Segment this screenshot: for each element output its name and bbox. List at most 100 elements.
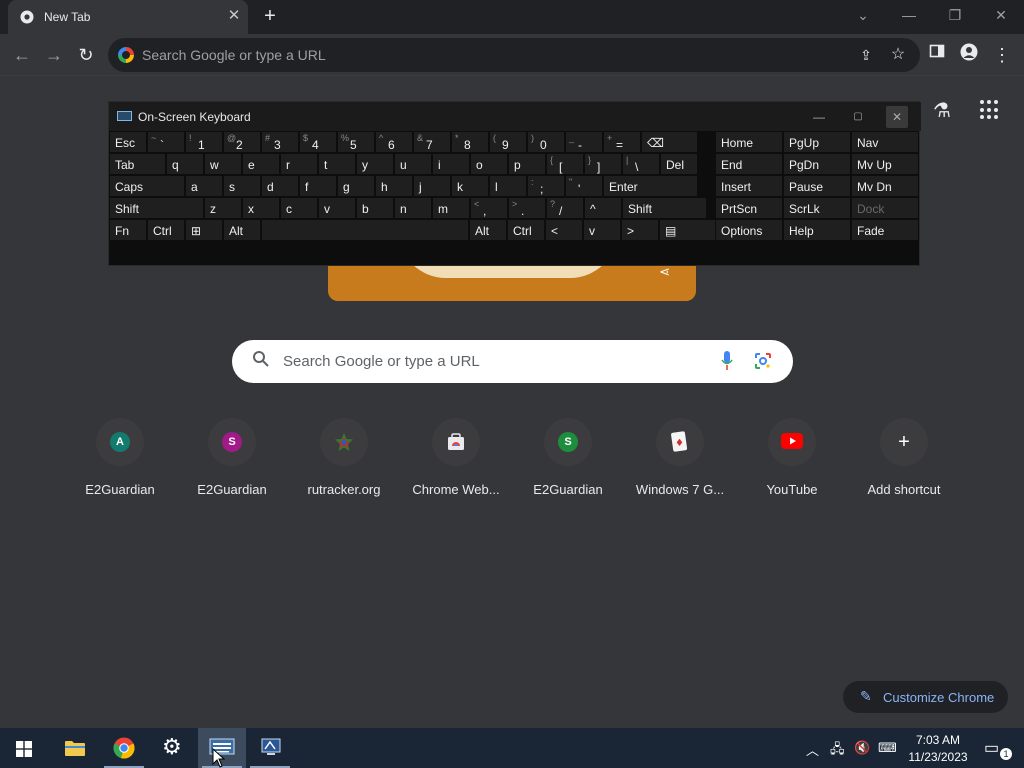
osk-key-7[interactable]: & 7: [413, 131, 451, 153]
osk-key-o[interactable]: o: [470, 153, 508, 175]
taskbar-remote-app[interactable]: [246, 728, 294, 768]
show-hidden-icons-chevron-icon[interactable]: ︿: [806, 740, 819, 759]
osk-key-b[interactable]: b: [356, 197, 394, 219]
osk-key-nav[interactable]: Nav: [851, 131, 919, 153]
shortcut-tile[interactable]: rutracker.org: [288, 414, 400, 510]
osk-key-ctrl[interactable]: Ctrl: [147, 219, 185, 241]
forward-button[interactable]: →: [42, 43, 66, 67]
osk-key-symbol[interactable]: ^: [584, 197, 622, 219]
touch-keyboard-icon[interactable]: ⌨: [878, 740, 897, 756]
osk-key-z[interactable]: z: [204, 197, 242, 219]
shortcut-tile[interactable]: S E2Guardian: [512, 414, 624, 510]
osk-key-symbol[interactable]: >: [621, 219, 659, 241]
shortcut-tile[interactable]: A E2Guardian: [64, 414, 176, 510]
google-lens-icon[interactable]: [754, 352, 772, 370]
osk-key-g[interactable]: g: [337, 175, 375, 197]
osk-key-y[interactable]: y: [356, 153, 394, 175]
osk-key-symbol[interactable]: ▤: [659, 219, 716, 241]
reload-button[interactable]: ↻: [74, 43, 98, 67]
network-icon[interactable]: 🖧: [830, 740, 845, 762]
close-window-button[interactable]: ✕: [989, 4, 1013, 26]
shortcut-tile[interactable]: S E2Guardian: [176, 414, 288, 510]
osk-key-symbol[interactable]: ? /: [546, 197, 584, 219]
osk-key-pgup[interactable]: PgUp: [783, 131, 851, 153]
minimize-button[interactable]: —: [897, 4, 921, 26]
add-shortcut-tile[interactable]: + Add shortcut: [848, 414, 960, 510]
osk-key-5[interactable]: % 5: [337, 131, 375, 153]
tab-close-icon[interactable]: ✕: [225, 7, 243, 25]
osk-key-n[interactable]: n: [394, 197, 432, 219]
customize-chrome-button[interactable]: ✎ Customize Chrome: [843, 681, 1008, 713]
osk-key-symbol[interactable]: ~ `: [147, 131, 185, 153]
osk-maximize-button[interactable]: ▢: [847, 106, 869, 128]
osk-key-h[interactable]: h: [375, 175, 413, 197]
osk-key-symbol[interactable]: }]: [584, 153, 622, 175]
shortcut-tile[interactable]: Chrome Web...: [400, 414, 512, 510]
google-apps-icon[interactable]: [980, 100, 1000, 120]
osk-key-m[interactable]: m: [432, 197, 470, 219]
osk-key-dock[interactable]: Dock: [851, 197, 919, 219]
osk-key-f[interactable]: f: [299, 175, 337, 197]
voice-search-mic-icon[interactable]: [721, 351, 733, 371]
osk-key-insert[interactable]: Insert: [715, 175, 783, 197]
osk-key-3[interactable]: #3: [261, 131, 299, 153]
clock-time[interactable]: 7:03 AM: [906, 733, 970, 747]
osk-key-tab[interactable]: Tab: [109, 153, 166, 175]
osk-key-u[interactable]: u: [394, 153, 432, 175]
osk-key-v[interactable]: v: [583, 219, 621, 241]
osk-key-i[interactable]: i: [432, 153, 470, 175]
osk-titlebar[interactable]: On-Screen Keyboard — ▢ ✕: [109, 102, 921, 131]
shortcut-tile[interactable]: YouTube: [736, 414, 848, 510]
osk-key-l[interactable]: l: [489, 175, 527, 197]
osk-key-prtscn[interactable]: PrtScn: [715, 197, 783, 219]
osk-key-8[interactable]: * 8: [451, 131, 489, 153]
volume-muted-icon[interactable]: 🔇: [854, 740, 870, 756]
osk-key-symbol[interactable]: ⌫: [641, 131, 698, 153]
restore-button[interactable]: ❐: [943, 4, 967, 26]
osk-key-ctrl[interactable]: Ctrl: [507, 219, 545, 241]
ntp-search-box[interactable]: Search Google or type a URL: [232, 340, 793, 383]
osk-key-a[interactable]: a: [185, 175, 223, 197]
osk-key-j[interactable]: j: [413, 175, 451, 197]
osk-key-p[interactable]: p: [508, 153, 546, 175]
osk-key-pgdn[interactable]: PgDn: [783, 153, 851, 175]
osk-key-6[interactable]: ^ 6: [375, 131, 413, 153]
osk-key-e[interactable]: e: [242, 153, 280, 175]
osk-key-2[interactable]: @2: [223, 131, 261, 153]
tab-search-icon[interactable]: ⌄: [851, 4, 875, 26]
osk-key-del[interactable]: Del: [660, 153, 698, 175]
osk-key-alt[interactable]: Alt: [469, 219, 507, 241]
osk-key-symbol[interactable]: | \: [622, 153, 660, 175]
osk-key-d[interactable]: d: [261, 175, 299, 197]
bookmark-star-icon[interactable]: ☆: [886, 43, 910, 67]
tab-new-tab[interactable]: New Tab ✕: [8, 0, 248, 34]
osk-key-k[interactable]: k: [451, 175, 489, 197]
osk-key-symbol[interactable]: :;: [527, 175, 565, 197]
osk-key-r[interactable]: r: [280, 153, 318, 175]
osk-key-scrlk[interactable]: ScrLk: [783, 197, 851, 219]
osk-key-shift[interactable]: Shift: [109, 197, 204, 219]
osk-key-caps[interactable]: Caps: [109, 175, 185, 197]
labs-flask-icon[interactable]: ⚗: [930, 98, 954, 122]
new-tab-button[interactable]: +: [258, 4, 282, 28]
osk-key-mv-up[interactable]: Mv Up: [851, 153, 919, 175]
address-bar[interactable]: Search Google or type a URL ⇪ ☆: [108, 38, 920, 72]
osk-key-pause[interactable]: Pause: [783, 175, 851, 197]
notification-center-button[interactable]: ▭ 1: [976, 728, 1024, 768]
osk-key-alt[interactable]: Alt: [223, 219, 261, 241]
start-button[interactable]: [0, 728, 48, 768]
osk-close-button[interactable]: ✕: [886, 106, 908, 128]
osk-key-symbol[interactable]: {[: [546, 153, 584, 175]
osk-key-symbol[interactable]: >.: [508, 197, 546, 219]
osk-key-1[interactable]: ! 1: [185, 131, 223, 153]
taskbar-file-explorer[interactable]: [50, 728, 98, 768]
osk-minimize-button[interactable]: —: [808, 106, 830, 128]
osk-key-home[interactable]: Home: [715, 131, 783, 153]
share-icon[interactable]: ⇪: [854, 43, 878, 67]
osk-key-symbol[interactable]: <,: [470, 197, 508, 219]
osk-key-symbol[interactable]: _ -: [565, 131, 603, 153]
osk-key-symbol[interactable]: <: [545, 219, 583, 241]
osk-key-9[interactable]: (9: [489, 131, 527, 153]
osk-key-esc[interactable]: Esc: [109, 131, 147, 153]
osk-key-0[interactable]: ) 0: [527, 131, 565, 153]
